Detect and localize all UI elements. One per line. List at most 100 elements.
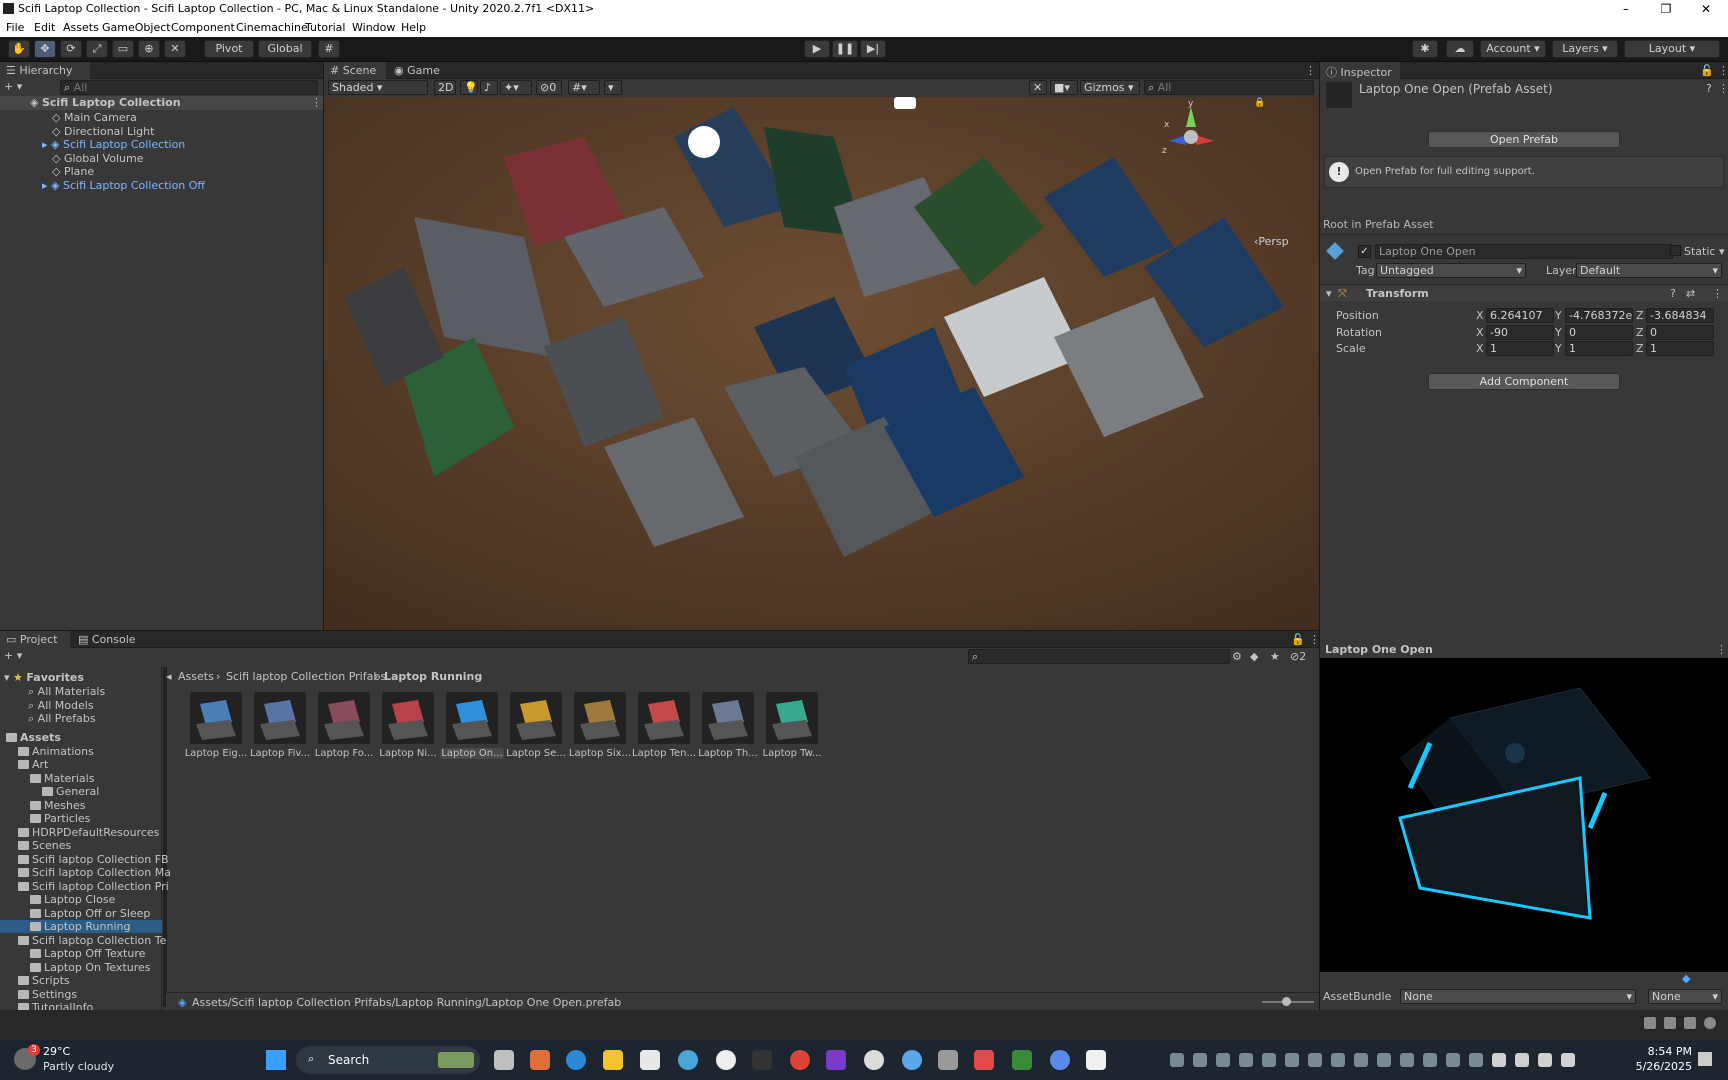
breadcrumb-assets[interactable]: Assets — [178, 670, 214, 683]
asset-thumbnail[interactable] — [574, 692, 626, 744]
unity-taskbar-icon[interactable] — [1086, 1050, 1106, 1070]
asset-label[interactable]: Laptop Eig... — [184, 748, 248, 759]
start-icon[interactable] — [266, 1050, 286, 1070]
search-by-label-icon[interactable]: ◆ — [1250, 650, 1258, 663]
folder-item[interactable]: Art — [0, 758, 162, 771]
favorite-star-icon[interactable]: ★ — [1270, 650, 1280, 663]
vpn-icon[interactable] — [1050, 1050, 1070, 1070]
asset-label[interactable]: Laptop Tw... — [760, 748, 824, 759]
grid-icon[interactable]: #▾ — [568, 80, 600, 95]
asset-thumbnail[interactable] — [766, 692, 818, 744]
asset-thumbnail[interactable] — [702, 692, 754, 744]
status-bug-icon[interactable] — [1644, 1017, 1656, 1029]
layout-dropdown[interactable]: Layout ▾ — [1624, 40, 1720, 58]
account-dropdown[interactable]: Account ▾ — [1480, 40, 1546, 58]
app-tray-icon[interactable] — [1216, 1053, 1230, 1067]
camera-gizmo-icon[interactable] — [894, 97, 916, 109]
menu-component[interactable]: Component — [171, 21, 235, 34]
transform-preset-icon[interactable]: ⇄ — [1686, 287, 1695, 300]
tray-shield-icon[interactable] — [1446, 1053, 1460, 1067]
tab-inspector[interactable]: ⓘ Inspector — [1320, 62, 1400, 79]
rotate-tool-icon[interactable]: ⟳ — [60, 40, 82, 58]
status-cache-icon[interactable] — [1684, 1017, 1696, 1029]
tray-red-icon[interactable] — [1377, 1053, 1391, 1067]
tools-icon[interactable]: ✕ — [1029, 80, 1047, 95]
notifications-icon[interactable] — [1698, 1052, 1712, 1066]
asset-label[interactable]: Laptop Se... — [504, 748, 568, 759]
task-view-icon[interactable] — [494, 1050, 514, 1070]
transform-scale-y-field[interactable]: 1 — [1565, 341, 1633, 356]
chevron-up-icon[interactable] — [1492, 1053, 1506, 1067]
menu-assets[interactable]: Assets — [63, 21, 99, 34]
minimize-button[interactable]: – — [1606, 0, 1646, 18]
global-toggle[interactable]: Global — [258, 40, 312, 58]
create-asset-button[interactable]: + ▾ — [4, 649, 22, 662]
menu-window[interactable]: Window — [352, 21, 395, 34]
store-icon[interactable] — [640, 1050, 660, 1070]
transform-rotation-x-field[interactable]: -90 — [1486, 324, 1554, 340]
folder-item[interactable]: Scenes — [0, 839, 162, 852]
menu-cinemachine[interactable]: Cinemachine — [236, 21, 308, 34]
shading-dropdown[interactable]: Shaded ▾ — [328, 80, 428, 95]
folder-item[interactable]: Meshes — [0, 799, 162, 812]
volume-icon[interactable] — [1538, 1053, 1552, 1067]
hierarchy-item[interactable]: ◇ Directional Light — [52, 125, 154, 138]
folder-item[interactable]: Laptop Close — [0, 893, 162, 906]
folder-item[interactable]: Scifi laptop Collection Pri — [0, 880, 169, 893]
chrome-icon[interactable] — [790, 1050, 810, 1070]
transform-header[interactable]: ▾ ⤧ Transform ? ⇄ ⋮ — [1320, 284, 1728, 301]
transform-rotation-y-field[interactable]: 0 — [1565, 324, 1633, 340]
snap-grid-icon[interactable]: # — [318, 40, 340, 58]
play-button[interactable]: ▶ — [804, 40, 830, 58]
audio-icon[interactable]: ♪ — [480, 80, 498, 95]
persp-label[interactable]: ‹Persp — [1254, 235, 1289, 248]
transform-help-icon[interactable]: ? — [1670, 287, 1676, 300]
tray-app-icon[interactable] — [1285, 1053, 1299, 1067]
status-ok-icon[interactable] — [1704, 1017, 1716, 1029]
lock-view-icon[interactable]: 🔒 — [1254, 97, 1265, 108]
close-button[interactable]: ✕ — [1686, 0, 1726, 18]
asset-kebab-icon[interactable]: ⋮ — [1718, 82, 1728, 95]
menu-edit[interactable]: Edit — [34, 21, 55, 34]
project-kebab-icon[interactable]: ⋮ — [1303, 631, 1326, 648]
asset-thumbnail[interactable] — [446, 692, 498, 744]
hierarchy-item[interactable]: ▸ ◈ Scifi Laptop Collection — [42, 138, 185, 151]
xbox-icon[interactable] — [1170, 1053, 1184, 1067]
rect-tool-icon[interactable]: ▭ — [112, 40, 134, 58]
folder-item[interactable]: Settings — [0, 988, 162, 1001]
favorite-item[interactable]: ⌕ All Models — [28, 699, 94, 712]
tree-scrollbar[interactable] — [163, 667, 167, 1007]
folder-item[interactable]: Animations — [0, 745, 162, 758]
usb-app-icon[interactable] — [938, 1050, 958, 1070]
taskbar-search[interactable]: ⌕ Search — [296, 1046, 480, 1074]
move-tool-icon[interactable]: ✥ — [34, 40, 56, 58]
folder-item[interactable]: Scifi laptop Collection FB — [0, 853, 169, 866]
hidden-objects-toggle[interactable]: ⊘0 — [536, 80, 562, 95]
folder-item[interactable]: Particles — [0, 812, 162, 825]
nvidia-icon[interactable] — [1012, 1050, 1032, 1070]
tray-bug-icon[interactable] — [1308, 1053, 1322, 1067]
alien-icon[interactable] — [716, 1050, 736, 1070]
gizmos-dropdown[interactable]: Gizmos ▾ — [1080, 80, 1140, 95]
menu-gameobject[interactable]: GameObject — [102, 21, 171, 34]
label-tag-icon[interactable]: ◆ — [1682, 972, 1690, 985]
vs-icon[interactable] — [1262, 1053, 1276, 1067]
wifi-icon[interactable] — [1515, 1053, 1529, 1067]
tray-game-icon[interactable] — [1400, 1053, 1414, 1067]
clock-date[interactable]: 5/26/2025 — [1612, 1060, 1692, 1073]
scene-kebab-icon[interactable]: ⋮ — [1299, 62, 1322, 79]
tray-pen-icon[interactable] — [1423, 1053, 1437, 1067]
cloud-icon[interactable]: ☁ — [1446, 40, 1474, 58]
temperature[interactable]: 29°C — [43, 1045, 70, 1058]
folder-item[interactable]: Scripts — [0, 974, 162, 987]
green-app-icon[interactable] — [1193, 1053, 1207, 1067]
object-name-field[interactable]: Laptop One Open — [1375, 244, 1673, 259]
tray-chrome-icon[interactable] — [1331, 1053, 1345, 1067]
scene-more-icon[interactable]: ▾ — [604, 80, 622, 95]
effects-icon[interactable]: ✦▾ — [500, 80, 532, 95]
folder-item[interactable]: Laptop On Textures — [0, 961, 162, 974]
transform-scale-x-field[interactable]: 1 — [1486, 341, 1554, 356]
search-by-type-icon[interactable]: ⚙ — [1232, 650, 1242, 663]
transform-tool-icon[interactable]: ⊕ — [138, 40, 160, 58]
network-app-icon[interactable] — [902, 1050, 922, 1070]
